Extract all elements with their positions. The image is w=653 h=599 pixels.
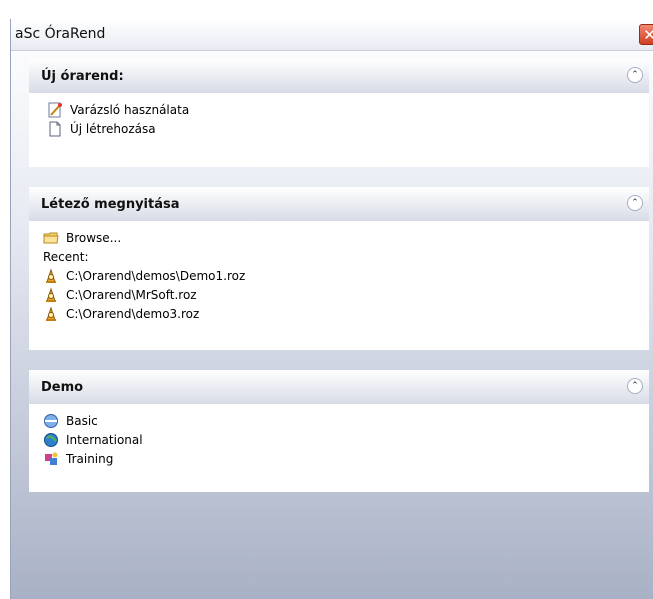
browse-link[interactable]: Browse... — [43, 229, 649, 248]
roz-file-icon — [46, 286, 56, 302]
window-title: aSc ÓraRend — [15, 26, 106, 42]
folder-icon — [43, 232, 59, 243]
roz-file-icon — [46, 267, 56, 283]
panel-header[interactable]: Új órarend: ⌃ — [29, 59, 649, 93]
new-timetable-panel: Új órarend: ⌃ Varázsló használata Új lét… — [29, 59, 649, 167]
new-timetable-label: Új létrehozása — [70, 122, 156, 136]
recent-label: Recent: — [43, 250, 89, 264]
browse-label: Browse... — [66, 231, 122, 245]
recent-file-label: C:\Orarend\MrSoft.roz — [66, 288, 197, 302]
demo-panel: Demo ⌃ Basic International Training — [29, 370, 649, 492]
collapse-icon[interactable]: ⌃ — [627, 195, 643, 211]
new-timetable-link[interactable]: Új létrehozása — [47, 120, 649, 139]
new-document-icon — [49, 121, 61, 136]
demo-international-label: International — [66, 433, 143, 447]
demo-basic-label: Basic — [66, 414, 98, 428]
recent-file-item[interactable]: C:\Orarend\demo3.roz — [43, 305, 649, 324]
demo-basic-link[interactable]: Basic — [43, 412, 649, 431]
title-bar[interactable]: aSc ÓraRend ✕ — [11, 19, 653, 51]
wizard-icon — [48, 102, 62, 117]
training-demo-icon — [45, 452, 58, 465]
open-existing-panel: Létező megnyitása ⌃ Browse... Recent: C:… — [29, 187, 649, 350]
recent-file-label: C:\Orarend\demo3.roz — [66, 307, 200, 321]
recent-file-label: C:\Orarend\demos\Demo1.roz — [66, 269, 246, 283]
collapse-icon[interactable]: ⌃ — [627, 67, 643, 83]
basic-demo-icon — [44, 413, 58, 428]
wizard-link[interactable]: Varázsló használata — [47, 101, 649, 120]
panel-header[interactable]: Létező megnyitása ⌃ — [29, 187, 649, 221]
wizard-label: Varázsló használata — [70, 103, 190, 117]
recent-file-item[interactable]: C:\Orarend\MrSoft.roz — [43, 286, 649, 305]
panel-title: Létező megnyitása — [41, 197, 180, 212]
roz-file-icon — [46, 305, 56, 321]
globe-icon — [44, 432, 58, 447]
collapse-icon[interactable]: ⌃ — [627, 378, 643, 394]
demo-training-link[interactable]: Training — [43, 450, 649, 469]
demo-training-label: Training — [66, 452, 114, 466]
recent-heading: Recent: — [43, 248, 649, 267]
panel-title: Új órarend: — [41, 69, 124, 84]
recent-file-item[interactable]: C:\Orarend\demos\Demo1.roz — [43, 267, 649, 286]
demo-international-link[interactable]: International — [43, 431, 649, 450]
close-button[interactable]: ✕ — [639, 24, 653, 45]
panel-header[interactable]: Demo ⌃ — [29, 370, 649, 404]
panel-title: Demo — [41, 380, 84, 395]
start-window: aSc ÓraRend ✕ Új órarend: ⌃ Varázsló has… — [10, 19, 653, 599]
